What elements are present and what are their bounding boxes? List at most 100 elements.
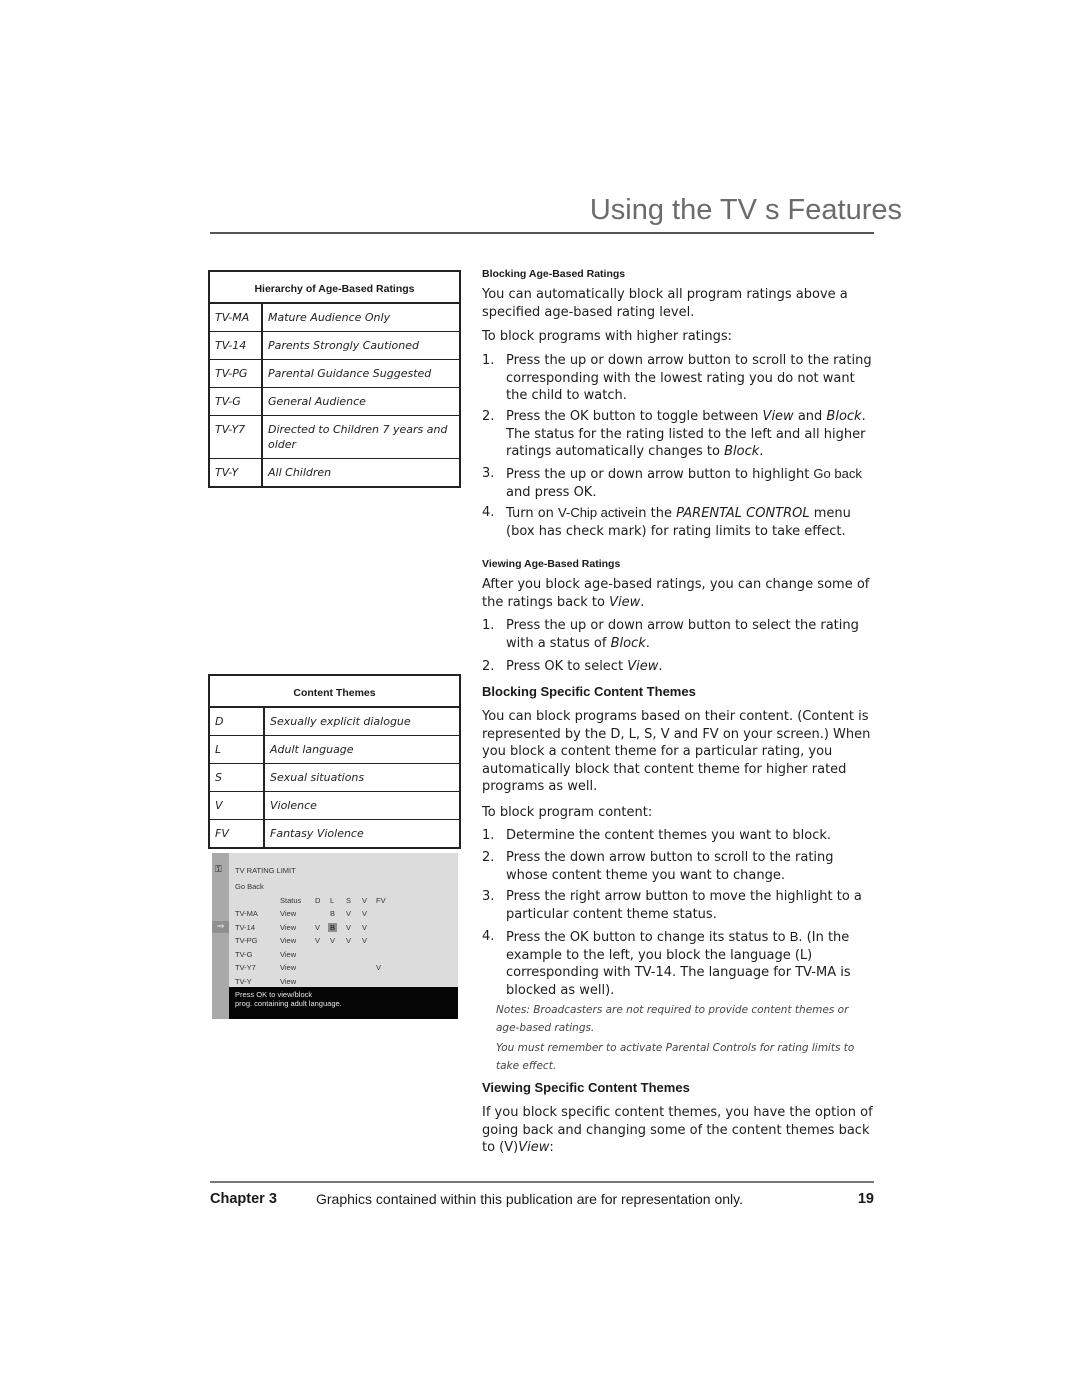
tv-col-fv: FV bbox=[376, 896, 386, 905]
rating-code: TV-Y bbox=[209, 458, 263, 487]
tv-theme-cell-l[interactable]: B bbox=[328, 922, 338, 932]
theme-code: V bbox=[209, 791, 265, 820]
note-parental-controls: You must remember to activate Parental C… bbox=[496, 1042, 855, 1072]
section-heading-blocking-age: Blocking Age-Based Ratings bbox=[482, 268, 626, 280]
theme-desc: Adult language bbox=[264, 735, 460, 764]
tv-col-l: L bbox=[330, 896, 335, 905]
step-text: Press the up or down arrow button to hig… bbox=[506, 466, 862, 500]
header-rule bbox=[210, 232, 874, 234]
tv-col-status: Status bbox=[280, 896, 302, 905]
footer-chapter: Chapter 3 bbox=[210, 1191, 277, 1207]
tv-menu-sidebar bbox=[212, 853, 229, 1019]
list-item: 3. Press the right arrow button to move … bbox=[482, 888, 874, 923]
step-text: Press the OK button to change its status… bbox=[506, 929, 851, 998]
tv-rating-status[interactable]: View bbox=[280, 936, 296, 945]
tv-theme-cell-l[interactable]: B bbox=[330, 909, 335, 918]
tv-theme-cell-d[interactable]: V bbox=[315, 936, 320, 945]
step-number: 1. bbox=[482, 618, 495, 633]
tv-rating-label[interactable]: TV-PG bbox=[235, 936, 258, 945]
table-row: FV Fantasy Violence bbox=[209, 819, 460, 848]
list-item: 1. Determine the content themes you want… bbox=[482, 827, 874, 845]
section-heading-viewing-age: Viewing Age-Based Ratings bbox=[482, 558, 621, 570]
list-item: 4. Turn on V-Chip activein the PARENTAL … bbox=[482, 504, 874, 540]
list-item: 1. Press the up or down arrow button to … bbox=[482, 352, 874, 405]
step-number: 4. bbox=[482, 505, 495, 520]
tv-rating-label[interactable]: TV-Y bbox=[235, 977, 252, 986]
tv-theme-cell-s[interactable]: V bbox=[346, 936, 351, 945]
step-text: Press the right arrow button to move the… bbox=[506, 889, 862, 922]
rating-code: TV-MA bbox=[209, 303, 263, 332]
step-text: Determine the content themes you want to… bbox=[506, 828, 832, 843]
tv-col-v: V bbox=[362, 896, 368, 905]
footer-disclaimer: Graphics contained within this publicati… bbox=[316, 1191, 743, 1207]
tv-rating-status[interactable]: View bbox=[280, 909, 296, 918]
tv-theme-cell-s[interactable]: V bbox=[346, 909, 351, 918]
tv-rating-label[interactable]: TV-14 bbox=[235, 923, 255, 932]
key-icon: ⚿ bbox=[215, 865, 222, 875]
blocking-themes-intro: You can block programs based on their co… bbox=[482, 709, 871, 794]
tv-menu-title: TV RATING LIMIT bbox=[235, 866, 296, 875]
blocking-age-intro: You can automatically block all program … bbox=[482, 287, 848, 320]
table-row: S Sexual situations bbox=[209, 763, 460, 792]
table-row: D Sexually explicit dialogue bbox=[209, 707, 460, 736]
viewing-themes-intro: If you block specific content themes, yo… bbox=[482, 1105, 873, 1155]
table-row: L Adult language bbox=[209, 735, 460, 764]
tv-help-line2: prog. containing adult language. bbox=[235, 999, 342, 1008]
step-number: 3. bbox=[482, 466, 495, 481]
rating-desc: General Audience bbox=[262, 387, 460, 416]
tv-rating-status[interactable]: View bbox=[280, 963, 296, 972]
rating-desc: Directed to Children 7 years and older bbox=[262, 415, 460, 459]
viewing-age-intro: After you block age-based ratings, you c… bbox=[482, 577, 870, 610]
list-item: 2. Press the OK button to toggle between… bbox=[482, 408, 874, 461]
table-row: TV-14 Parents Strongly Cautioned bbox=[209, 331, 460, 360]
step-text: Press the OK button to toggle between Vi… bbox=[506, 409, 866, 459]
table-row: TV-PG Parental Guidance Suggested bbox=[209, 359, 460, 388]
rating-code: TV-PG bbox=[209, 359, 263, 388]
footer-rule bbox=[210, 1181, 874, 1183]
theme-code: FV bbox=[209, 819, 265, 848]
tv-theme-cell-l[interactable]: V bbox=[330, 936, 335, 945]
step-text: Press the up or down arrow button to scr… bbox=[506, 353, 872, 403]
theme-code: D bbox=[209, 707, 265, 736]
rating-desc: All Children bbox=[268, 466, 332, 479]
step-number: 2. bbox=[482, 659, 495, 674]
rating-code: TV-G bbox=[209, 387, 263, 416]
tv-rating-label[interactable]: TV-MA bbox=[235, 909, 258, 918]
theme-desc: Sexual situations bbox=[264, 763, 460, 792]
table-row: TV-Y All Children bbox=[209, 458, 460, 487]
tv-theme-cell-v[interactable]: V bbox=[362, 923, 367, 932]
list-item: 4. Press the OK button to change its sta… bbox=[482, 928, 874, 999]
right-arrow-icon: ⇒ bbox=[212, 921, 229, 933]
list-item: 1. Press the up or down arrow button to … bbox=[482, 617, 874, 652]
rating-desc: Parental Guidance Suggested bbox=[262, 359, 460, 388]
tv-theme-cell-d[interactable]: V bbox=[315, 923, 320, 932]
tv-theme-cell-s[interactable]: V bbox=[346, 923, 351, 932]
theme-desc: Fantasy Violence bbox=[270, 827, 364, 840]
tv-rating-label[interactable]: TV-G bbox=[235, 950, 253, 959]
page-number: 19 bbox=[857, 1191, 874, 1207]
section-heading-blocking-themes: Blocking Specific Content Themes bbox=[482, 684, 696, 699]
theme-desc: Violence bbox=[264, 791, 460, 820]
table-row: TV-MA Mature Audience Only bbox=[209, 303, 460, 332]
step-number: 2. bbox=[482, 850, 495, 865]
tv-col-d: D bbox=[315, 896, 321, 905]
tv-theme-cell-fv[interactable]: V bbox=[376, 963, 381, 972]
tv-help-bar: Press OK to view/block prog. containing … bbox=[229, 987, 458, 1019]
tv-rating-status[interactable]: View bbox=[280, 977, 296, 986]
tv-rating-limit-screen: ⚿ ⇒ TV RATING LIMIT Go Back Status D L S… bbox=[212, 853, 458, 1019]
list-item: 3. Press the up or down arrow button to … bbox=[482, 465, 874, 501]
tv-rating-status[interactable]: View bbox=[280, 923, 296, 932]
tv-rating-label[interactable]: TV-Y7 bbox=[235, 963, 256, 972]
blocking-age-lead: To block programs with higher ratings: bbox=[482, 329, 733, 344]
theme-desc: Sexually explicit dialogue bbox=[264, 707, 460, 736]
section-heading-viewing-themes: Viewing Specific Content Themes bbox=[482, 1080, 690, 1095]
tv-theme-cell-v[interactable]: V bbox=[362, 936, 367, 945]
tv-rating-status[interactable]: View bbox=[280, 950, 296, 959]
tv-go-back[interactable]: Go Back bbox=[235, 882, 264, 891]
tv-theme-cell-v[interactable]: V bbox=[362, 909, 367, 918]
note-broadcasters: Notes: Broadcasters are not required to … bbox=[496, 1004, 849, 1034]
step-number: 4. bbox=[482, 929, 495, 944]
rating-desc: Parents Strongly Cautioned bbox=[262, 331, 460, 360]
tv-col-s: S bbox=[346, 896, 352, 905]
tv-help-line1: Press OK to view/block bbox=[235, 990, 313, 999]
